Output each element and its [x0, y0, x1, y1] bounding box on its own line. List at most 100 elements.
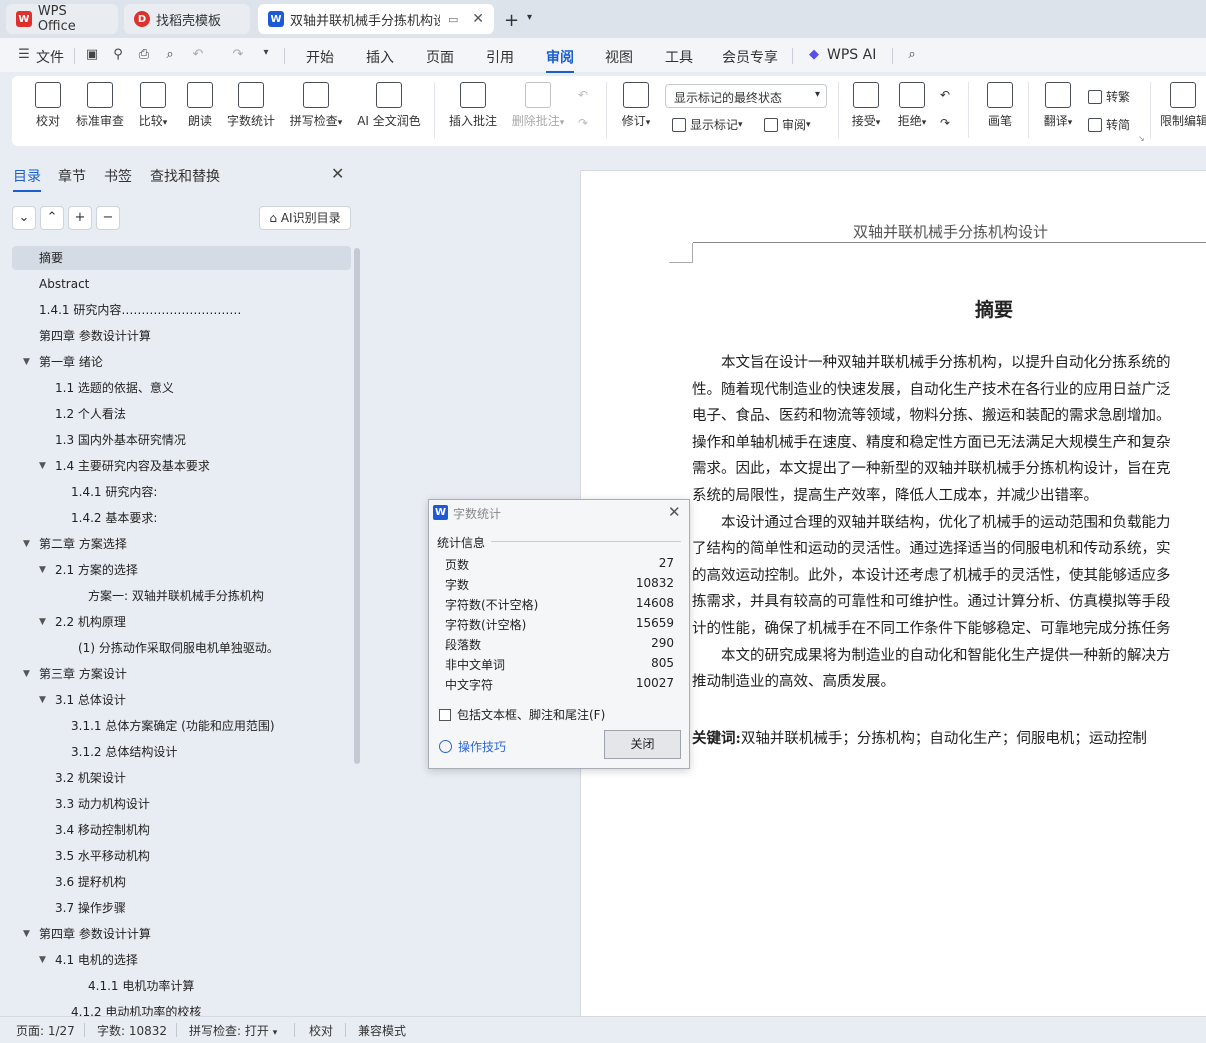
search-icon[interactable]: ⌕	[904, 47, 920, 63]
tips-link[interactable]: 操作技巧	[439, 738, 506, 755]
undo-icon[interactable]: ↶	[190, 47, 206, 63]
expand-arrow-icon[interactable]: ▼	[23, 532, 30, 556]
toc-item[interactable]: 3.3 动力机构设计	[12, 792, 351, 816]
toc-item[interactable]: 1.4.1 研究内容…………………………	[12, 298, 351, 322]
ai-polish-button[interactable]: AI 全文润色	[356, 82, 422, 129]
menu-home[interactable]: 开始	[306, 47, 334, 67]
save-icon[interactable]: ▣	[84, 47, 100, 63]
review-pane-button[interactable]: 审阅 ▾	[764, 116, 811, 133]
menu-references[interactable]: 引用	[486, 47, 514, 67]
close-icon[interactable]: ✕	[668, 503, 681, 521]
expand-arrow-icon[interactable]: ▼	[39, 454, 46, 478]
toc-item[interactable]: ▼ 1.4 主要研究内容及基本要求	[12, 454, 351, 478]
toc-item[interactable]: 4.1.2 电动机功率的校核	[12, 1000, 351, 1016]
previous-comment-icon[interactable]: ↶	[578, 88, 588, 102]
show-markup-button[interactable]: 显示标记 ▾	[672, 116, 743, 133]
collapse-up-icon[interactable]: ⌃	[40, 206, 64, 230]
status-proofread[interactable]: 校对	[309, 1022, 333, 1039]
scrollbar[interactable]	[354, 248, 360, 764]
toc-item[interactable]: 第四章 参数设计计算	[12, 324, 351, 348]
markup-state-select[interactable]: 显示标记的最终状态 ▾	[665, 84, 827, 108]
toc-item[interactable]: 1.4.1 研究内容:	[12, 480, 351, 504]
hamburger-icon[interactable]: ☰	[16, 47, 32, 63]
new-tab-icon[interactable]: +	[504, 10, 519, 31]
toc-item[interactable]: ▼ 第一章 绪论	[12, 350, 351, 374]
translate-button[interactable]: 翻译▾	[1040, 82, 1076, 129]
checkbox[interactable]	[439, 708, 451, 721]
toc-item[interactable]: 3.1.2 总体结构设计	[12, 740, 351, 764]
include-textbox-checkbox[interactable]: 包括文本框、脚注和尾注(F)	[439, 706, 605, 723]
nav-tab-bookmarks[interactable]: 书签	[104, 166, 132, 186]
menu-page[interactable]: 页面	[426, 47, 454, 67]
delete-comment-button[interactable]: 删除批注▾	[508, 82, 568, 129]
standard-review-button[interactable]: 标准审查	[74, 82, 126, 129]
next-comment-icon[interactable]: ↷	[578, 116, 588, 130]
toc-item[interactable]: 4.1.1 电机功率计算	[12, 974, 351, 998]
status-word-count[interactable]: 字数: 10832	[97, 1022, 167, 1039]
menu-view[interactable]: 视图	[605, 47, 633, 67]
toc-item[interactable]: (1) 分拣动作采取伺服电机单独驱动。	[12, 636, 351, 660]
insert-comment-button[interactable]: 插入批注	[446, 82, 500, 129]
word-count-button[interactable]: 字数统计	[226, 82, 276, 129]
proofread-button[interactable]: 校对	[34, 82, 62, 129]
nav-tab-sections[interactable]: 章节	[58, 166, 86, 186]
add-heading-icon[interactable]: +	[68, 206, 92, 230]
expand-arrow-icon[interactable]: ▼	[39, 610, 46, 634]
toc-item[interactable]: Abstract	[12, 272, 351, 296]
menu-tools[interactable]: 工具	[665, 47, 693, 67]
toc-item[interactable]: 3.6 提籽机构	[12, 870, 351, 894]
next-change-icon[interactable]: ↷	[940, 116, 950, 130]
toc-item[interactable]: ▼ 第二章 方案选择	[12, 532, 351, 556]
toc-item[interactable]: 1.3 国内外基本研究情况	[12, 428, 351, 452]
to-simplified-button[interactable]: 转简	[1088, 116, 1130, 133]
track-changes-button[interactable]: 修订▾	[616, 82, 656, 129]
redo-icon[interactable]: ↷	[230, 47, 246, 63]
link-icon[interactable]: ⚲	[110, 47, 126, 63]
status-page[interactable]: 页面: 1/27	[16, 1022, 75, 1039]
menu-file[interactable]: 文件	[36, 47, 64, 67]
expand-arrow-icon[interactable]: ▼	[23, 922, 30, 946]
toc-item[interactable]: 方案一: 双轴并联机械手分拣机构	[12, 584, 351, 608]
tab-document[interactable]: W 双轴并联机械手分拣机构设计 ▭ ✕	[258, 4, 494, 34]
toc-item[interactable]: 3.7 操作步骤	[12, 896, 351, 920]
toc-item[interactable]: ▼ 2.2 机构原理	[12, 610, 351, 634]
tab-wps-office[interactable]: W WPS Office	[6, 4, 118, 34]
collapse-down-icon[interactable]: ⌄	[12, 206, 36, 230]
expand-arrow-icon[interactable]: ▼	[23, 662, 30, 686]
menu-review[interactable]: 审阅	[546, 47, 574, 73]
restrict-edit-button[interactable]: 限制编辑	[1160, 82, 1206, 129]
expand-arrow-icon[interactable]: ▼	[23, 350, 30, 374]
expand-arrow-icon[interactable]: ▼	[39, 948, 46, 972]
status-spell-check[interactable]: 拼写检查: 打开 ▾	[189, 1022, 277, 1039]
toc-item[interactable]: 摘要	[12, 246, 351, 270]
nav-tab-toc[interactable]: 目录	[13, 166, 41, 192]
ai-toc-button[interactable]: ⌂ AI识别目录	[259, 206, 351, 230]
toc-item[interactable]: ▼ 3.1 总体设计	[12, 688, 351, 712]
accept-button[interactable]: 接受▾	[848, 82, 884, 129]
close-icon[interactable]: ✕	[472, 11, 484, 27]
toc-item[interactable]: ▼ 第四章 参数设计计算	[12, 922, 351, 946]
reject-button[interactable]: 拒绝▾	[894, 82, 930, 129]
toc-item[interactable]: ▼ 第三章 方案设计	[12, 662, 351, 686]
toc-item[interactable]: 3.4 移动控制机构	[12, 818, 351, 842]
menu-wps-ai[interactable]: WPS AI	[827, 47, 876, 63]
monitor-icon[interactable]: ▭	[448, 13, 458, 26]
print-icon[interactable]: ⎙	[136, 47, 152, 63]
expand-arrow-icon[interactable]: ▼	[39, 688, 46, 712]
menu-insert[interactable]: 插入	[366, 47, 394, 67]
spell-check-button[interactable]: 拼写检查▾	[286, 82, 346, 129]
toc-item[interactable]: ▼ 4.1 电机的选择	[12, 948, 351, 972]
compare-button[interactable]: 比较▾	[134, 82, 172, 129]
print-preview-icon[interactable]: ⌕	[162, 47, 178, 63]
nav-tab-find-replace[interactable]: 查找和替换	[150, 166, 220, 186]
close-button[interactable]: 关闭	[604, 730, 681, 759]
chevron-down-icon[interactable]: ▾	[527, 12, 532, 23]
toc-item[interactable]: 1.2 个人看法	[12, 402, 351, 426]
previous-change-icon[interactable]: ↶	[940, 88, 950, 102]
pen-button[interactable]: 画笔	[986, 82, 1014, 129]
toc-item[interactable]: 1.4.2 基本要求:	[12, 506, 351, 530]
remove-heading-icon[interactable]: −	[96, 206, 120, 230]
expand-arrow-icon[interactable]: ▼	[39, 558, 46, 582]
tab-templates[interactable]: D 找稻壳模板	[124, 4, 250, 34]
toc-item[interactable]: 3.1.1 总体方案确定 (功能和应用范围)	[12, 714, 351, 738]
